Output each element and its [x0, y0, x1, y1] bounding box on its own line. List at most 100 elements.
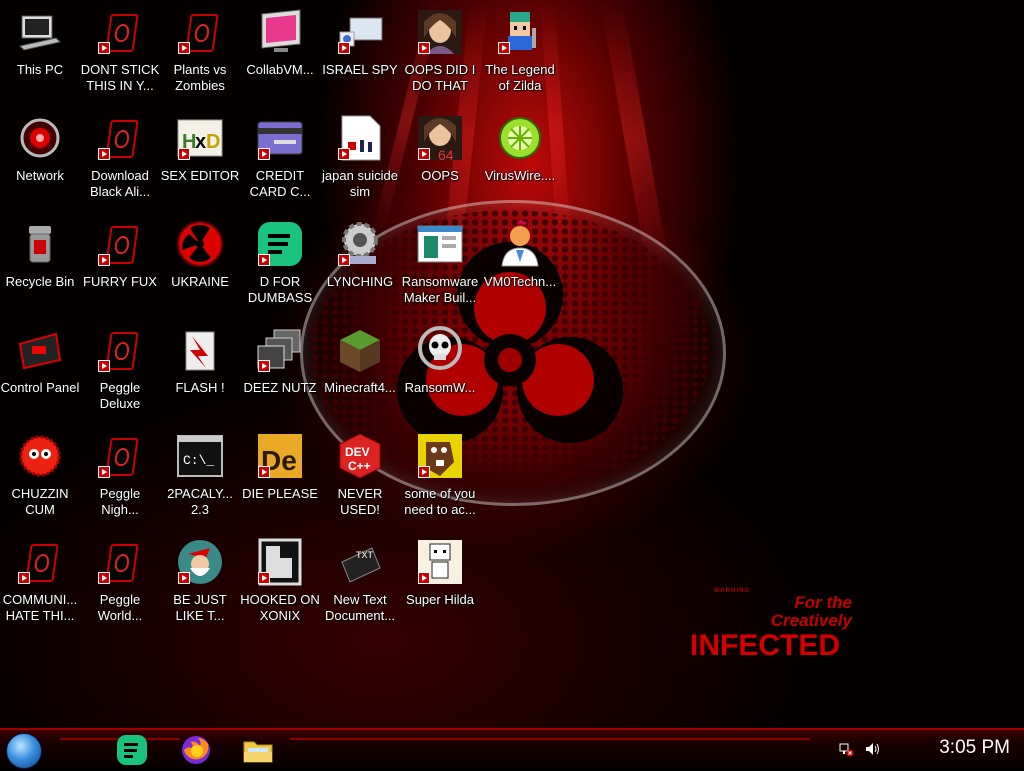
desktop-icon-new-text-document[interactable]: TXT New Text Document...: [320, 538, 400, 624]
alien-shortcut-icon: [96, 220, 144, 268]
alien-shortcut-icon: [96, 114, 144, 162]
desktop-icon-oops-did-i-do-that[interactable]: OOPS DID I DO THAT: [400, 8, 480, 94]
monitor-icon: [256, 8, 304, 56]
desktop-icon-d-for-dumbass[interactable]: D FOR DUMBASS: [240, 220, 320, 306]
desktop-icon-this-pc[interactable]: This PC: [0, 8, 80, 78]
desktop-icon-die-please[interactable]: De DIE PLEASE: [240, 432, 320, 502]
desktop-icon-2pacaly[interactable]: C:\_ 2PACALY... 2.3: [160, 432, 240, 518]
taskbar-pinned-file-explorer[interactable]: [242, 734, 274, 766]
portrait-icon: [416, 8, 464, 56]
pixel-art-icon: [416, 538, 464, 586]
desktop-icon-credit-card[interactable]: CREDIT CARD C...: [240, 114, 320, 200]
icon-label: FLASH !: [175, 380, 225, 395]
brand-infected: INFECTED: [690, 629, 840, 662]
icon-label: HOOKED ON XONIX: [240, 592, 320, 623]
svg-text:D: D: [206, 131, 220, 153]
icon-label: BE JUST LIKE T...: [173, 592, 227, 623]
desktop-icon-peggle-nights[interactable]: Peggle Nigh...: [80, 432, 160, 518]
die-icon: De: [256, 432, 304, 480]
desktop-icon-chuzzin-cum[interactable]: CHUZZIN CUM: [0, 432, 80, 518]
taskbar-pinned-firefox[interactable]: [180, 734, 212, 766]
icon-label: This PC: [16, 62, 64, 77]
shortcut-arrow-icon: [178, 148, 190, 160]
icon-label: Peggle World...: [97, 592, 143, 623]
desktop-icon-network[interactable]: Network: [0, 114, 80, 184]
shortcut-arrow-icon: [338, 42, 350, 54]
desktop-icon-flash[interactable]: FLASH !: [160, 326, 240, 396]
icon-label: Control Panel: [0, 380, 80, 395]
green-chat-app-icon: [117, 735, 147, 765]
desktop-icon-download-black-ali[interactable]: Download Black Ali...: [80, 114, 160, 200]
santa-icon: [176, 538, 224, 586]
alien-shortcut-icon: [96, 538, 144, 586]
taskbar-clock[interactable]: 3:05 PM: [939, 737, 1010, 759]
icon-label: COMMUNI... HATE THI...: [2, 592, 78, 623]
icon-label: CREDIT CARD C...: [249, 168, 311, 199]
firefox-icon: [182, 736, 210, 764]
desktop-icon-furry-fux[interactable]: FURRY FUX: [80, 220, 160, 290]
icon-label: OOPS: [421, 168, 459, 183]
taskbar-pinned-chat[interactable]: [116, 734, 148, 766]
shortcut-arrow-icon: [98, 572, 110, 584]
icon-label: VM0Techn...: [483, 274, 557, 289]
desktop-icon-never-used[interactable]: DEV C++ NEVER USED!: [320, 432, 400, 518]
taskbar-decoration: [290, 738, 770, 740]
desktop-icon-vm0techn[interactable]: VM0Techn...: [480, 220, 560, 290]
desktop-icon-collabvm[interactable]: CollabVM...: [240, 8, 320, 78]
shortcut-arrow-icon: [258, 572, 270, 584]
desktop-icon-sex-editor[interactable]: HxD SEX EDITOR: [160, 114, 240, 184]
icon-label: The Legend of Zilda: [485, 62, 555, 93]
desktop-icon-ukraine[interactable]: UKRAINE: [160, 220, 240, 290]
icon-label: New Text Document...: [324, 592, 396, 623]
radiation-icon: [176, 220, 224, 268]
icon-label: Plants vs Zombies: [173, 62, 227, 93]
beaver-icon: [416, 432, 464, 480]
desktop-icon-communi-hate[interactable]: COMMUNI... HATE THI...: [0, 538, 80, 624]
shortcut-arrow-icon: [258, 148, 270, 160]
icon-label: NEVER USED!: [337, 486, 383, 517]
desktop-icon-japan-suicide-sim[interactable]: japan suicide sim: [320, 114, 400, 200]
taskbar: 3:05 PM: [0, 728, 1024, 770]
desktop-icon-peggle-world[interactable]: Peggle World...: [80, 538, 160, 624]
svg-text:x: x: [195, 131, 206, 153]
shortcut-arrow-icon: [178, 572, 190, 584]
network-status-icon[interactable]: [838, 741, 854, 760]
desktop-icon-some-of-you[interactable]: some of you need to ac...: [400, 432, 480, 518]
desktop-icon-be-just-like[interactable]: BE JUST LIKE T...: [160, 538, 240, 624]
icon-label: ISRAEL SPY: [322, 62, 398, 77]
pixel-hero-icon: [496, 8, 544, 56]
icon-label: some of you need to ac...: [404, 486, 476, 517]
icon-label: DEEZ NUTZ: [243, 380, 317, 395]
icon-label: Peggle Deluxe: [99, 380, 141, 411]
desktop-icon-peggle-deluxe[interactable]: Peggle Deluxe: [80, 326, 160, 412]
icon-label: CHUZZIN CUM: [11, 486, 69, 517]
shortcut-arrow-icon: [498, 42, 510, 54]
desktop-icon-super-hilda[interactable]: Super Hilda: [400, 538, 480, 608]
desktop-icon-plants-vs-zombies[interactable]: Plants vs Zombies: [160, 8, 240, 94]
dev-cpp-icon: DEV C++: [336, 432, 384, 480]
desktop-icon-deez-nutz[interactable]: DEEZ NUTZ: [240, 326, 320, 396]
computer-icon: [16, 8, 64, 56]
console-icon: C:\_: [176, 432, 224, 480]
desktop-icon-ransomware-maker[interactable]: Ransomware Maker Buil...: [400, 220, 480, 306]
desktop-icon-israel-spy[interactable]: ISRAEL SPY: [320, 8, 400, 78]
taskbar-decoration: [770, 738, 810, 740]
shortcut-arrow-icon: [258, 360, 270, 372]
desktop-icon-recycle-bin[interactable]: Recycle Bin: [0, 220, 80, 290]
volume-icon[interactable]: [864, 741, 880, 760]
desktop-icon-dont-stick[interactable]: DONT STICK THIS IN Y...: [80, 8, 160, 94]
desktop-icon-ransomw[interactable]: RansomW...: [400, 326, 480, 396]
desktop-icon-lynching[interactable]: LYNCHING: [320, 220, 400, 290]
icon-label: Minecraft4...: [324, 380, 396, 395]
desktop-icon-minecraft[interactable]: Minecraft4...: [320, 326, 400, 396]
desktop-icon-oops[interactable]: 64 OOPS: [400, 114, 480, 184]
shortcut-arrow-icon: [18, 572, 30, 584]
desktop-icon-control-panel[interactable]: Control Panel: [0, 326, 80, 396]
shortcut-arrow-icon: [98, 42, 110, 54]
icon-label: DIE PLEASE: [242, 486, 318, 501]
desktop-icon-hooked-on-xonix[interactable]: HOOKED ON XONIX: [240, 538, 320, 624]
icon-label: Ransomware Maker Buil...: [401, 274, 479, 305]
start-button[interactable]: [6, 733, 42, 769]
desktop-icon-legend-of-zilda[interactable]: The Legend of Zilda: [480, 8, 560, 94]
desktop-icon-viruswire[interactable]: VirusWire....: [480, 114, 560, 184]
